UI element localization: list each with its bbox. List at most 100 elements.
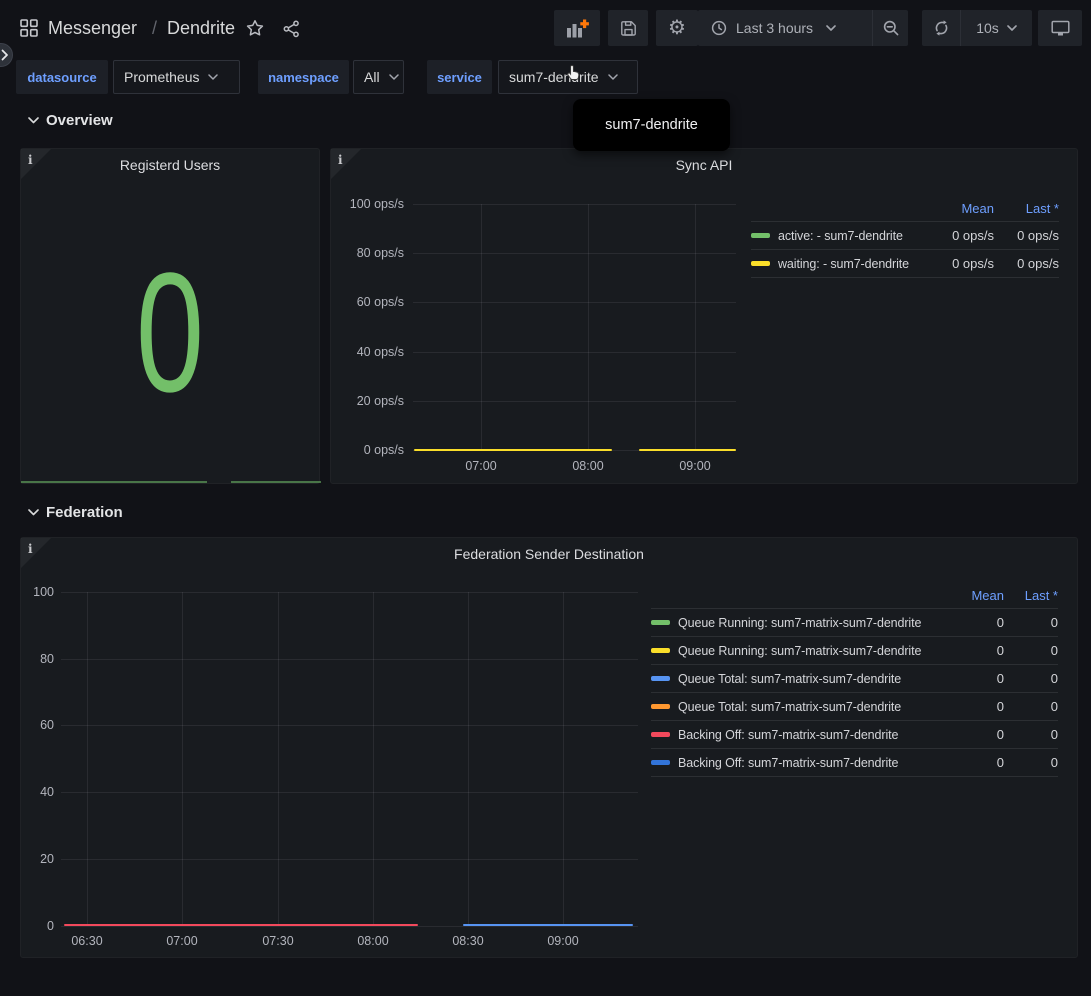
breadcrumb-dashboard[interactable]: Messenger [48,17,137,39]
time-range-picker[interactable]: Last 3 hours [698,10,872,46]
save-dashboard-button[interactable] [608,10,648,46]
share-icon[interactable] [283,20,300,38]
refresh-button[interactable] [922,10,960,46]
gridline [61,859,638,860]
gridline [182,592,183,926]
legend-last-value: 0 ops/s [994,256,1059,271]
legend-mean-value: 0 [944,615,1004,630]
mouse-cursor [566,64,582,83]
legend-last-value: 0 ops/s [994,228,1059,243]
x-axis-tick: 08:00 [343,934,403,948]
clock-icon [711,20,727,36]
gridline [61,725,638,726]
series-color-swatch [751,233,770,238]
refresh-interval-label: 10s [976,20,999,36]
legend-header-last[interactable]: Last * [1004,588,1058,603]
cycle-view-mode-button[interactable] [1038,10,1082,46]
gridline [563,592,564,926]
legend-series-label[interactable]: Queue Running: sum7-matrix-sum7-dendrite [678,644,944,658]
legend-row: Queue Running: sum7-matrix-sum7-dendrite… [651,609,1058,637]
breadcrumb-page[interactable]: Dendrite [167,17,235,39]
legend-row: active: - sum7-dendrite 0 ops/s 0 ops/s [751,222,1059,250]
legend-series-label[interactable]: Backing Off: sum7-matrix-sum7-dendrite [678,728,944,742]
gridline [87,592,88,926]
chevron-down-icon [608,74,618,80]
y-axis-tick: 100 [26,585,54,599]
variable-dropdown-datasource[interactable]: Prometheus [113,60,240,94]
refresh-group: 10s [922,10,1032,46]
gridline [61,659,638,660]
variable-dropdown-namespace[interactable]: All [353,60,404,94]
legend-row: Queue Running: sum7-matrix-sum7-dendrite… [651,637,1058,665]
gridline [61,926,638,927]
variable-value: All [364,69,380,85]
chevron-down-icon [208,74,218,80]
legend-mean-value: 0 [944,755,1004,770]
legend-header-mean[interactable]: Mean [944,588,1004,603]
y-axis-tick: 40 ops/s [331,345,404,359]
chevron-down-icon [28,509,39,516]
gridline [695,204,696,451]
chevron-down-icon [28,117,39,124]
legend-mean-value: 0 [944,727,1004,742]
panel-title[interactable]: Federation Sender Destination [21,546,1077,562]
series-color-swatch [751,261,770,266]
gear-icon: ⚙︎ [668,18,686,38]
sidebar-expand-toggle[interactable] [0,43,13,67]
time-picker-group: Last 3 hours [698,10,908,46]
series-color-swatch [651,760,670,765]
legend-last-value: 0 [1004,699,1058,714]
gridline [413,401,736,402]
hover-tooltip: sum7-dendrite [573,99,730,151]
legend-header-mean[interactable]: Mean [932,201,994,216]
legend-last-value: 0 [1004,615,1058,630]
y-axis-tick: 80 [26,652,54,666]
variable-label-namespace: namespace [258,60,349,94]
y-axis-tick: 40 [26,785,54,799]
dashboard-settings-button[interactable]: ⚙︎ [656,10,698,46]
panel-title[interactable]: Registerd Users [21,157,319,173]
monitor-icon [1051,20,1070,37]
gridline [413,302,736,303]
time-range-label: Last 3 hours [736,20,813,36]
legend-header-row: Mean Last * [751,196,1059,222]
x-axis-tick: 08:00 [558,459,618,473]
refresh-interval-dropdown[interactable]: 10s [961,10,1032,46]
legend-mean-value: 0 [944,643,1004,658]
variable-label-service: service [427,60,492,94]
legend-series-label[interactable]: active: - sum7-dendrite [778,229,932,243]
section-header-overview[interactable]: Overview [28,108,228,132]
legend-mean-value: 0 [944,671,1004,686]
legend-table: Mean Last * Queue Running: sum7-matrix-s… [651,583,1058,777]
panel-registered-users: i Registerd Users 0 [20,148,320,484]
star-favorite-icon[interactable] [246,19,264,37]
series-line-segment [639,449,736,451]
legend-row: Backing Off: sum7-matrix-sum7-dendrite 0… [651,721,1058,749]
y-axis-tick: 0 [26,919,54,933]
y-axis-tick: 60 ops/s [331,295,404,309]
legend-header-last[interactable]: Last * [994,201,1059,216]
x-axis-tick: 09:00 [533,934,593,948]
legend-series-label[interactable]: waiting: - sum7-dendrite [778,257,932,271]
section-title: Overview [46,112,113,129]
legend-last-value: 0 [1004,727,1058,742]
series-color-swatch [651,648,670,653]
legend-series-label[interactable]: Queue Total: sum7-matrix-sum7-dendrite [678,700,944,714]
legend-series-label[interactable]: Queue Total: sum7-matrix-sum7-dendrite [678,672,944,686]
zoom-out-time-button[interactable] [873,10,908,46]
section-header-federation[interactable]: Federation [28,500,248,524]
legend-series-label[interactable]: Queue Running: sum7-matrix-sum7-dendrite [678,616,944,630]
legend-mean-value: 0 [944,699,1004,714]
legend-table: Mean Last * active: - sum7-dendrite 0 op… [751,196,1059,278]
x-axis-tick: 09:00 [665,459,725,473]
legend-series-label[interactable]: Backing Off: sum7-matrix-sum7-dendrite [678,756,944,770]
sparkline-segment [21,481,207,483]
chevron-down-icon [826,25,836,31]
variable-value: sum7-dendrite [509,69,599,85]
gridline [413,253,736,254]
chevron-down-icon [1007,25,1017,31]
add-panel-button[interactable] [554,10,600,46]
dashboards-grid-icon [20,19,38,37]
panel-title[interactable]: Sync API [331,157,1077,173]
x-axis-tick: 07:30 [248,934,308,948]
